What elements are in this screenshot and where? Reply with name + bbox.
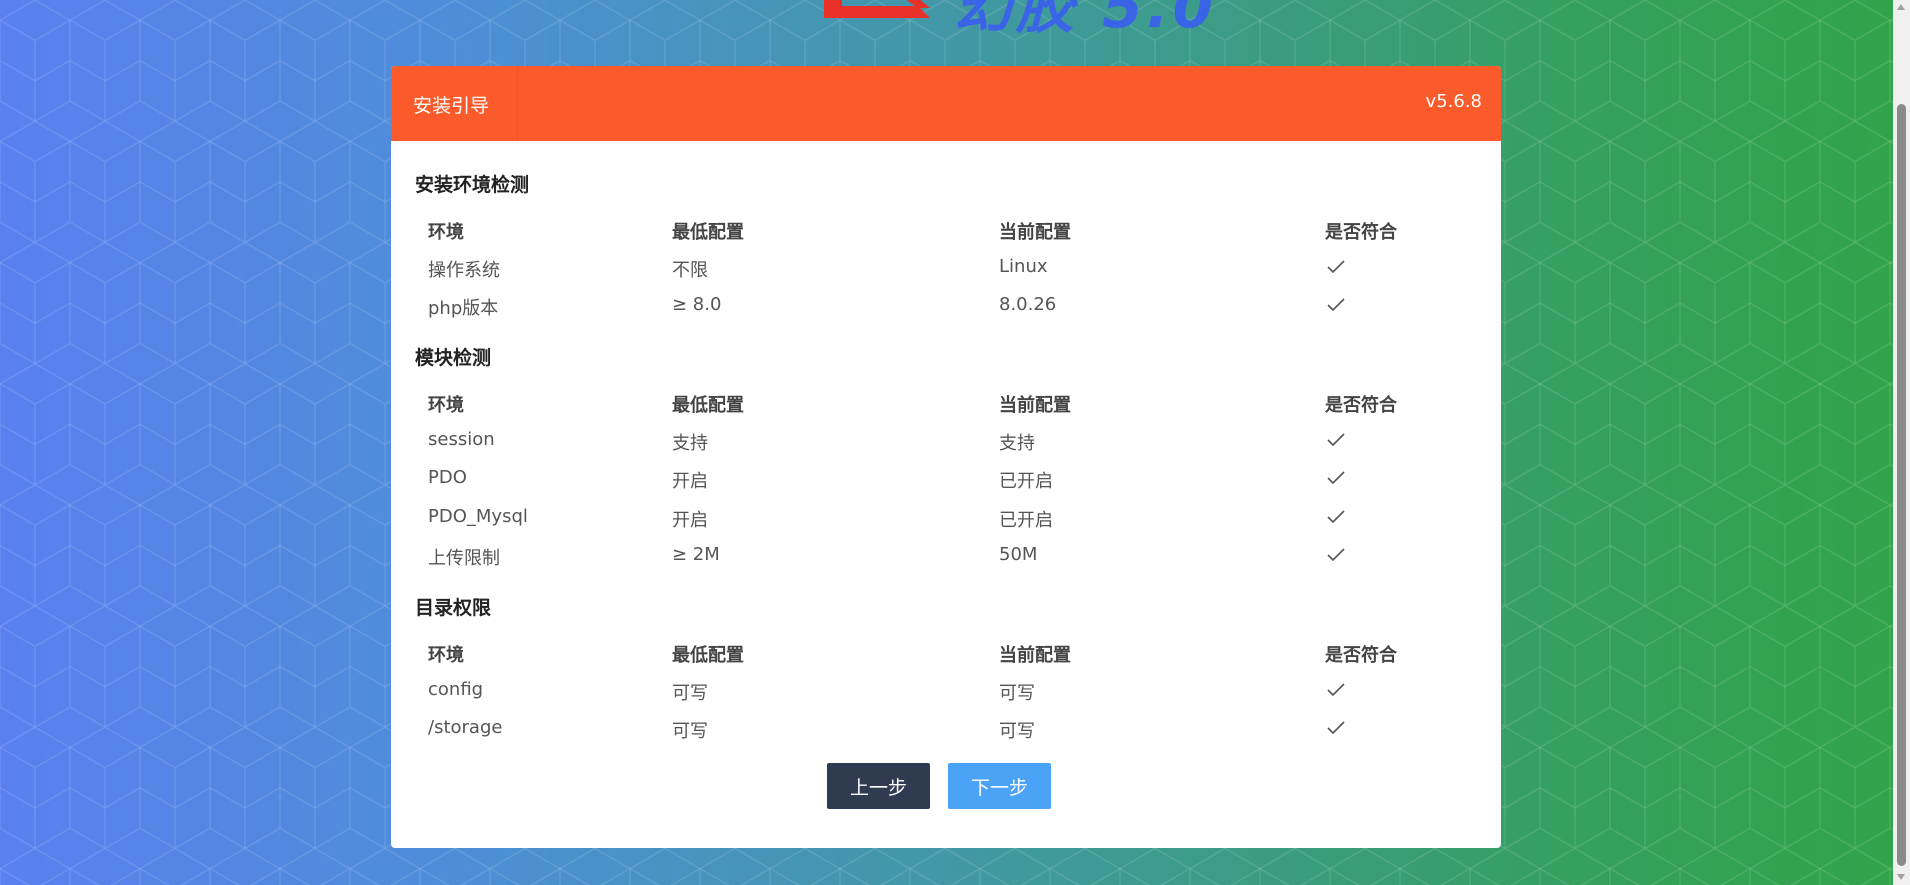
check-icon	[1327, 548, 1345, 562]
section-title-modules: 模块检测	[415, 347, 492, 369]
row-current: 已开启	[999, 510, 1053, 531]
header-current: 当前配置	[999, 395, 1071, 416]
row-minimum: 不限	[672, 260, 708, 281]
scrollbar[interactable]	[1893, 0, 1910, 885]
header-environment: 环境	[428, 222, 464, 243]
table-row: PDO 开启 已开启	[391, 459, 1501, 497]
header-status: 是否符合	[1325, 395, 1397, 416]
row-environment: PDO_Mysql	[428, 506, 528, 527]
header-minimum: 最低配置	[672, 645, 744, 666]
table-row: 操作系统 不限 Linux	[391, 248, 1501, 286]
panel-title: 安装引导	[413, 95, 490, 117]
section-title-environment: 安装环境检测	[415, 174, 530, 196]
header-divider	[517, 66, 518, 141]
table-row: session 支持 支持	[391, 421, 1501, 459]
row-current: 支持	[999, 433, 1035, 454]
row-minimum: 开启	[672, 471, 708, 492]
row-current: 可写	[999, 721, 1035, 742]
row-environment: /storage	[428, 717, 503, 738]
install-guide-panel: 安装引导 v5.6.8 安装环境检测 环境 最低配置 当前配置 是否符合 操作系…	[391, 66, 1501, 848]
row-environment: PDO	[428, 467, 467, 488]
next-step-button[interactable]: 下一步	[948, 763, 1051, 809]
row-minimum: 支持	[672, 433, 708, 454]
row-environment: 操作系统	[428, 260, 500, 281]
header-environment: 环境	[428, 395, 464, 416]
check-icon	[1327, 510, 1345, 524]
scroll-up-arrow-icon[interactable]	[1897, 4, 1905, 10]
check-icon	[1327, 471, 1345, 485]
row-environment: 上传限制	[428, 548, 500, 569]
table-row: config 可写 可写	[391, 671, 1501, 709]
header-status: 是否符合	[1325, 222, 1397, 243]
row-minimum: 可写	[672, 683, 708, 704]
row-current: 50M	[999, 544, 1038, 565]
scrollbar-thumb[interactable]	[1897, 104, 1906, 866]
row-current: 8.0.26	[999, 294, 1057, 315]
logo-mark-icon	[824, 0, 930, 18]
header-status: 是否符合	[1325, 645, 1397, 666]
header-current: 当前配置	[999, 222, 1071, 243]
header-environment: 环境	[428, 645, 464, 666]
row-minimum: 可写	[672, 721, 708, 742]
check-icon	[1327, 260, 1345, 274]
check-icon	[1327, 433, 1345, 447]
table-row: php版本 ≥ 8.0 8.0.26	[391, 286, 1501, 324]
check-icon	[1327, 683, 1345, 697]
row-environment: config	[428, 679, 484, 700]
row-minimum: 开启	[672, 510, 708, 531]
check-icon	[1327, 721, 1345, 735]
table-header-row: 环境 最低配置 当前配置 是否符合	[391, 210, 1501, 248]
row-environment: session	[428, 429, 495, 450]
row-minimum: ≥ 2M	[672, 544, 720, 565]
row-environment: php版本	[428, 298, 499, 319]
header-minimum: 最低配置	[672, 395, 744, 416]
table-header-row: 环境 最低配置 当前配置 是否符合	[391, 633, 1501, 671]
row-current: Linux	[999, 256, 1048, 277]
table-row: /storage 可写 可写	[391, 709, 1501, 747]
logo-text: 幻胶 5.0	[954, 0, 1217, 41]
table-header-row: 环境 最低配置 当前配置 是否符合	[391, 383, 1501, 421]
section-title-directory-permissions: 目录权限	[415, 597, 492, 619]
table-row: PDO_Mysql 开启 已开启	[391, 498, 1501, 536]
row-minimum: ≥ 8.0	[672, 294, 722, 315]
table-row: 上传限制 ≥ 2M 50M	[391, 536, 1501, 574]
scroll-down-arrow-icon[interactable]	[1897, 874, 1905, 880]
header-current: 当前配置	[999, 645, 1071, 666]
row-current: 可写	[999, 683, 1035, 704]
row-current: 已开启	[999, 471, 1053, 492]
header-minimum: 最低配置	[672, 222, 744, 243]
version-label: v5.6.8	[1425, 91, 1482, 112]
panel-header: 安装引导 v5.6.8	[391, 66, 1501, 141]
check-icon	[1327, 298, 1345, 312]
previous-step-button[interactable]: 上一步	[827, 763, 930, 809]
logo: 幻胶 5.0	[822, 0, 1213, 41]
